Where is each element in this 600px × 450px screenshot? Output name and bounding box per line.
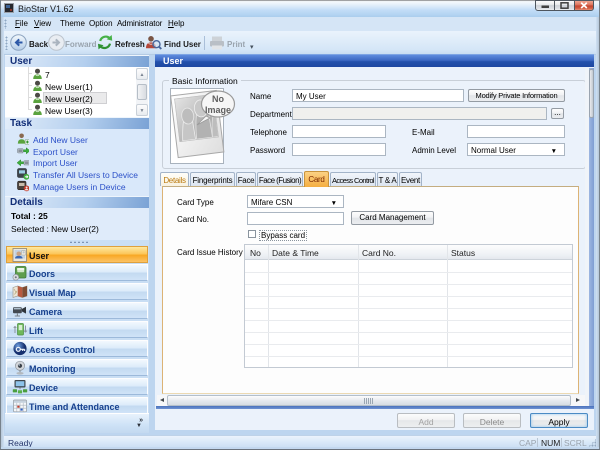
svg-text:Image: Image [205, 105, 231, 115]
svg-text:No: No [212, 94, 224, 104]
